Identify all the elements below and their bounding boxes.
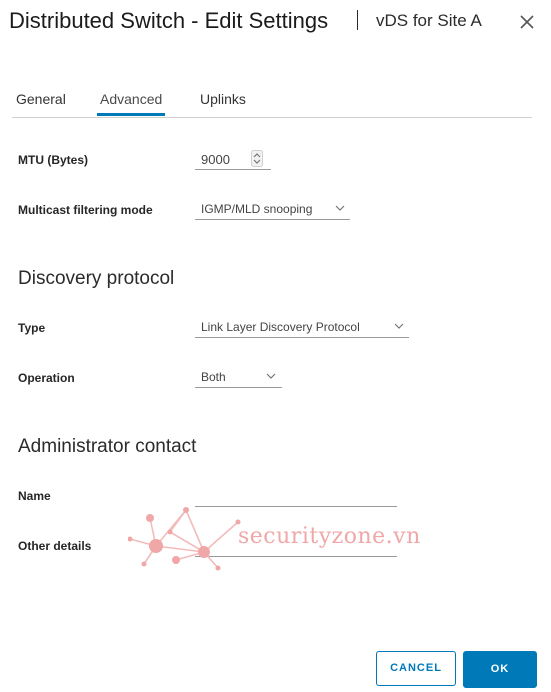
tab-bar: General Advanced Uplinks xyxy=(12,84,532,118)
tab-uplinks[interactable]: Uplinks xyxy=(197,91,249,116)
chevron-down-icon xyxy=(394,323,404,329)
other-details-input[interactable] xyxy=(195,538,397,557)
type-label: Type xyxy=(18,321,46,335)
multicast-value: IGMP/MLD snooping xyxy=(201,202,313,216)
dialog-subtitle: vDS for Site A xyxy=(376,11,482,30)
operation-value: Both xyxy=(201,370,226,384)
tab-general[interactable]: General xyxy=(13,91,69,116)
chevron-down-icon xyxy=(266,373,276,379)
admin-section-title: Administrator contact xyxy=(18,436,197,457)
operation-label: Operation xyxy=(18,371,75,385)
stepper-icon xyxy=(251,150,263,167)
name-input[interactable] xyxy=(195,488,397,507)
name-label: Name xyxy=(18,489,51,503)
cancel-button[interactable]: CANCEL xyxy=(376,651,456,686)
chevron-down-icon xyxy=(335,205,345,211)
ok-button[interactable]: OK xyxy=(463,651,537,688)
title-divider xyxy=(357,10,358,30)
close-icon xyxy=(520,15,534,29)
dialog-title: Distributed Switch - Edit Settings xyxy=(9,8,329,33)
operation-select[interactable]: Both xyxy=(195,368,282,388)
type-value: Link Layer Discovery Protocol xyxy=(201,320,360,334)
discovery-section-title: Discovery protocol xyxy=(18,268,175,289)
mtu-value: 9000 xyxy=(201,152,230,167)
multicast-label: Multicast filtering mode xyxy=(18,203,153,217)
mtu-label: MTU (Bytes) xyxy=(18,153,89,167)
multicast-select[interactable]: IGMP/MLD snooping xyxy=(195,200,350,220)
other-details-label: Other details xyxy=(18,539,92,553)
mtu-stepper[interactable] xyxy=(251,150,263,167)
tab-advanced[interactable]: Advanced xyxy=(97,91,166,116)
type-select[interactable]: Link Layer Discovery Protocol xyxy=(195,318,409,338)
mtu-input[interactable]: 9000 xyxy=(195,150,271,170)
close-button[interactable] xyxy=(517,12,537,32)
